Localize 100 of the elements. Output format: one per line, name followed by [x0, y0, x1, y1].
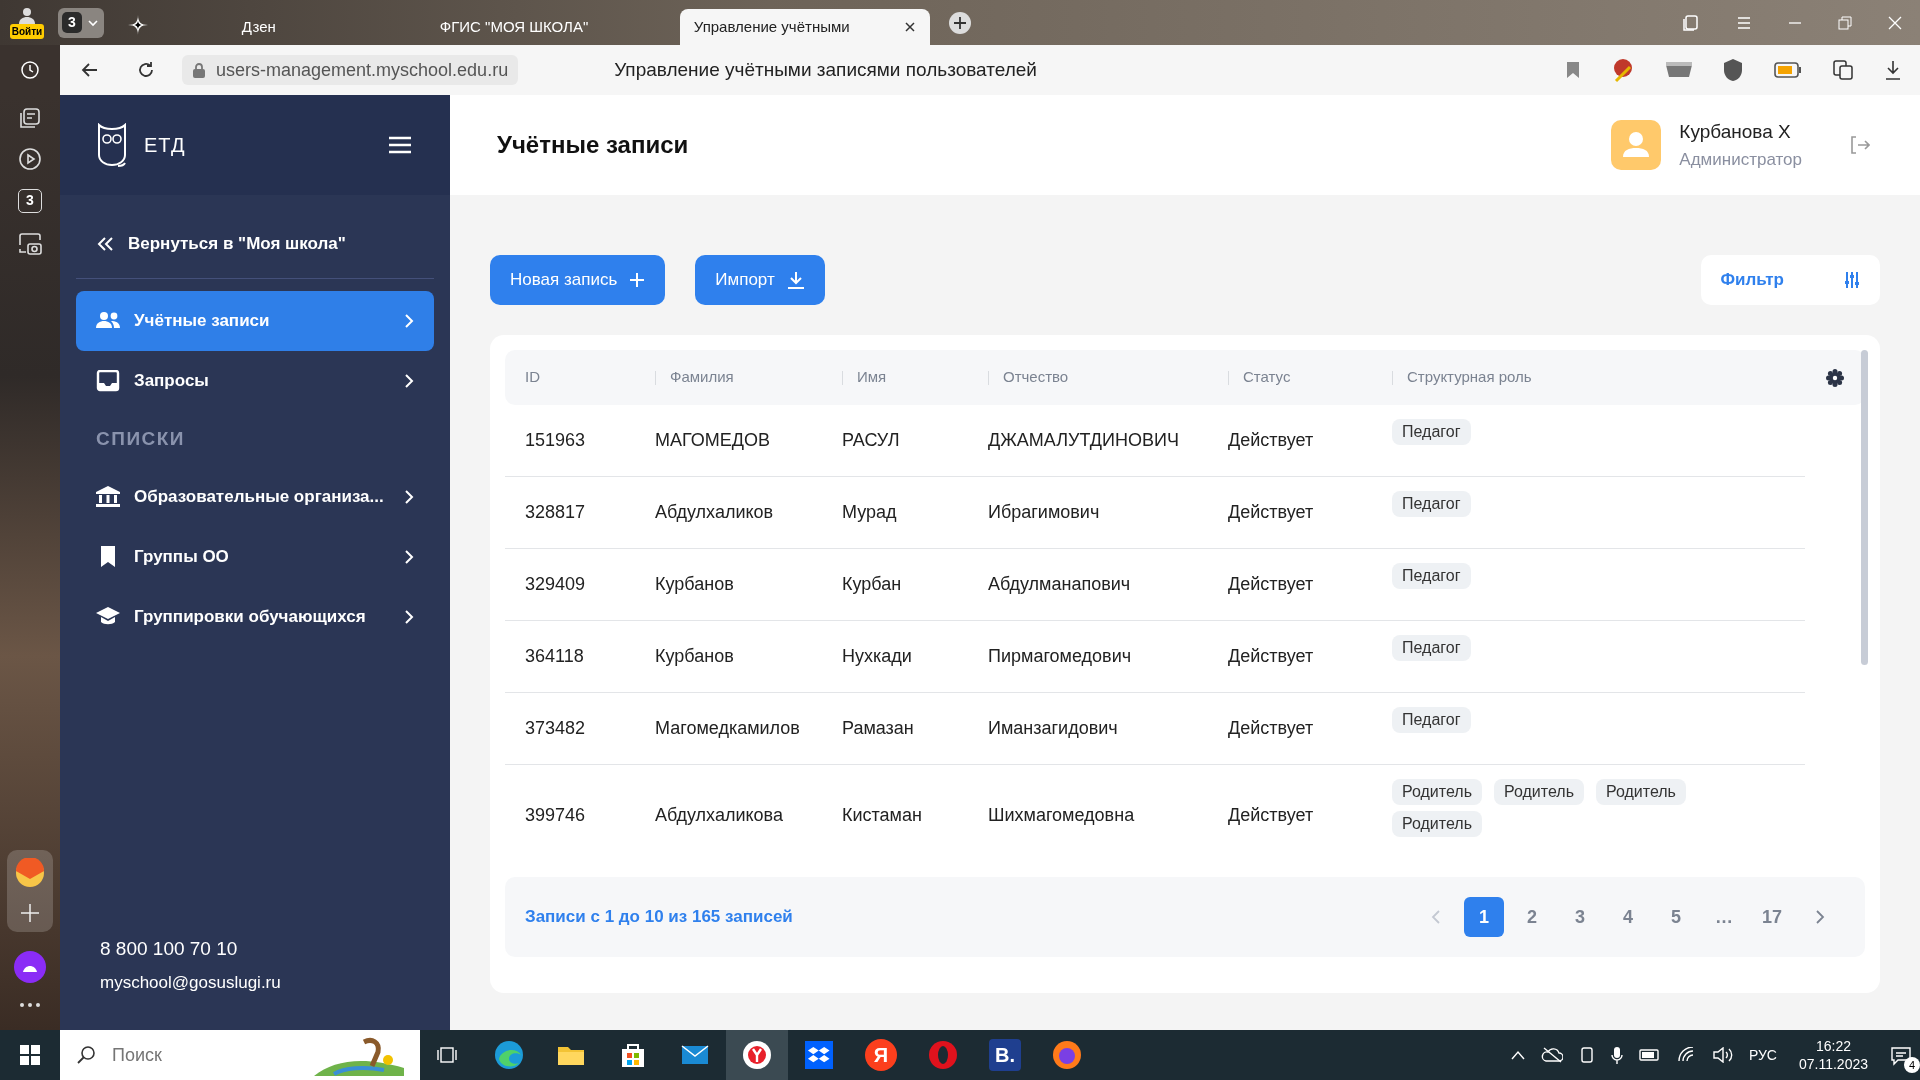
settings-icon[interactable]: [1826, 368, 1844, 387]
battery-icon[interactable]: [1774, 62, 1802, 78]
scrollbar-thumb[interactable]: [1861, 350, 1868, 665]
table-cell-text: 373482: [524, 717, 587, 740]
owl-logo-icon: [96, 123, 128, 167]
column-header[interactable]: Имя: [857, 366, 887, 389]
address-field[interactable]: users-management.myschool.edu.ru: [182, 55, 519, 85]
opera-app-icon[interactable]: [927, 1039, 959, 1071]
table-cell-text: Абдулхаликова: [655, 803, 784, 827]
tray-icon[interactable]: [1666, 62, 1692, 78]
page-button[interactable]: 17: [1752, 897, 1792, 937]
table-cell-text: 399746: [524, 803, 587, 827]
screenshot-icon[interactable]: [17, 231, 43, 257]
download-icon[interactable]: [1884, 60, 1902, 80]
browser-tab[interactable]: Дзен: [191, 9, 422, 45]
role-tag: Педагог: [1392, 635, 1471, 661]
table-cell-text: Нухкади: [842, 645, 913, 668]
table-cell-text: РАСУЛ: [842, 429, 901, 452]
page-button[interactable]: …: [1704, 897, 1744, 937]
language-indicator[interactable]: РУС: [1748, 1044, 1777, 1066]
import-button[interactable]: Импорт: [695, 255, 825, 305]
close-icon[interactable]: [903, 21, 916, 33]
tab-count-badge[interactable]: 3: [18, 189, 42, 213]
collections-icon[interactable]: [19, 107, 41, 129]
role-tag: Педагог: [1392, 419, 1471, 445]
tab-count[interactable]: 3: [62, 12, 82, 33]
new-record-button[interactable]: Новая запись: [490, 255, 666, 305]
sidebar-item[interactable]: Группировки обучающихся: [76, 587, 434, 647]
volume-icon[interactable]: [1712, 1047, 1733, 1063]
table-cell-text: Магомедкамилов: [655, 717, 801, 740]
column-header[interactable]: Структурная роль: [1407, 366, 1532, 389]
user-name: Курбанова Х: [1679, 120, 1792, 144]
menu-icon[interactable]: [388, 136, 412, 154]
chevron-right-icon[interactable]: [1815, 909, 1825, 925]
chevron-right-icon: [404, 489, 414, 505]
history-icon[interactable]: [20, 60, 40, 80]
bookmark-icon[interactable]: [1566, 61, 1580, 79]
app-letter-icon[interactable]: Я: [865, 1039, 897, 1071]
table-cell-text: 364118: [524, 645, 585, 668]
logout-icon[interactable]: [1850, 136, 1870, 154]
search-input[interactable]: Поиск: [110, 1040, 270, 1070]
reload-icon[interactable]: [136, 60, 156, 80]
column-header[interactable]: ID: [525, 366, 540, 389]
device-icon[interactable]: [1578, 1046, 1595, 1064]
chevron-up-icon[interactable]: [1510, 1050, 1525, 1060]
column-header[interactable]: Фамилия: [670, 366, 734, 389]
play-icon[interactable]: [18, 147, 42, 171]
filter-button[interactable]: Фильтр: [1700, 255, 1880, 305]
battery-icon[interactable]: [1638, 1049, 1661, 1061]
cloud-off-icon[interactable]: [1540, 1047, 1563, 1063]
yandex-app-icon[interactable]: [741, 1039, 773, 1071]
role-tag: Родитель: [1392, 779, 1482, 805]
browser-tab[interactable]: Управление учётными: [679, 9, 930, 45]
table-cell-text: МАГОМЕДОВ: [655, 429, 771, 452]
table-cell-text: 328817: [524, 501, 587, 524]
chevron-right-icon: [404, 609, 414, 625]
browser-tab[interactable]: ФГИС "МОЯ ШКОЛА": [425, 9, 676, 45]
sidebar-item[interactable]: Группы ОО: [76, 527, 434, 587]
bookmarks-icon[interactable]: [1682, 13, 1700, 32]
chevron-right-icon: [404, 549, 414, 565]
sidebar-item[interactable]: Образовательные организа...: [76, 467, 434, 527]
clock-time[interactable]: 16:22: [1815, 1036, 1851, 1055]
edge-app-icon[interactable]: [493, 1039, 525, 1071]
dropbox-app-icon[interactable]: [803, 1039, 835, 1071]
page-button[interactable]: 3: [1560, 897, 1600, 937]
microphone-icon[interactable]: [1610, 1046, 1623, 1064]
records-summary: Записи с 1 до 10 из 165 записей: [525, 906, 793, 929]
table-cell-text: Курбанов: [655, 645, 735, 668]
restore-icon[interactable]: [1838, 15, 1852, 30]
more-icon[interactable]: [19, 1002, 41, 1008]
chevron-right-icon: [404, 313, 414, 329]
task-view-icon[interactable]: [436, 1045, 458, 1065]
sliders-icon: [1844, 271, 1860, 289]
windows-start-icon[interactable]: [20, 1045, 40, 1065]
table-cell-text: Ибрагимович: [988, 501, 1101, 524]
assistant-icon[interactable]: [13, 950, 47, 984]
translate-icon[interactable]: [1832, 59, 1854, 81]
logo-text: ЕТД: [144, 133, 186, 158]
page-button[interactable]: 2: [1512, 897, 1552, 937]
new-tab-icon[interactable]: [947, 10, 972, 35]
clock-date[interactable]: 07.11.2023: [1798, 1055, 1868, 1074]
firefox-app-icon[interactable]: [1051, 1039, 1083, 1071]
role-tag: Педагог: [1392, 563, 1471, 589]
column-header[interactable]: Статус: [1243, 366, 1291, 389]
column-header[interactable]: Отчество: [1003, 366, 1069, 389]
sidebar-item[interactable]: Учётные записи: [76, 291, 434, 351]
page-button[interactable]: 5: [1656, 897, 1696, 937]
page-button[interactable]: 4: [1608, 897, 1648, 937]
profile-button[interactable]: Войти: [4, 6, 50, 39]
page-button[interactable]: 1: [1464, 897, 1504, 937]
table-cell-text: Курбанов: [655, 573, 735, 596]
back-link[interactable]: Вернуться в "Моя школа": [76, 209, 434, 279]
add-icon[interactable]: [19, 902, 41, 924]
role-tag: Родитель: [1494, 779, 1584, 805]
profile-label: Войти: [9, 24, 45, 39]
app-letter-icon[interactable]: B.: [989, 1039, 1021, 1071]
search-field[interactable]: Поиск: [60, 1030, 420, 1080]
table-cell-text: 151963: [524, 429, 587, 452]
shield-icon[interactable]: [1722, 58, 1744, 82]
sidebar-item[interactable]: Запросы: [76, 351, 434, 411]
